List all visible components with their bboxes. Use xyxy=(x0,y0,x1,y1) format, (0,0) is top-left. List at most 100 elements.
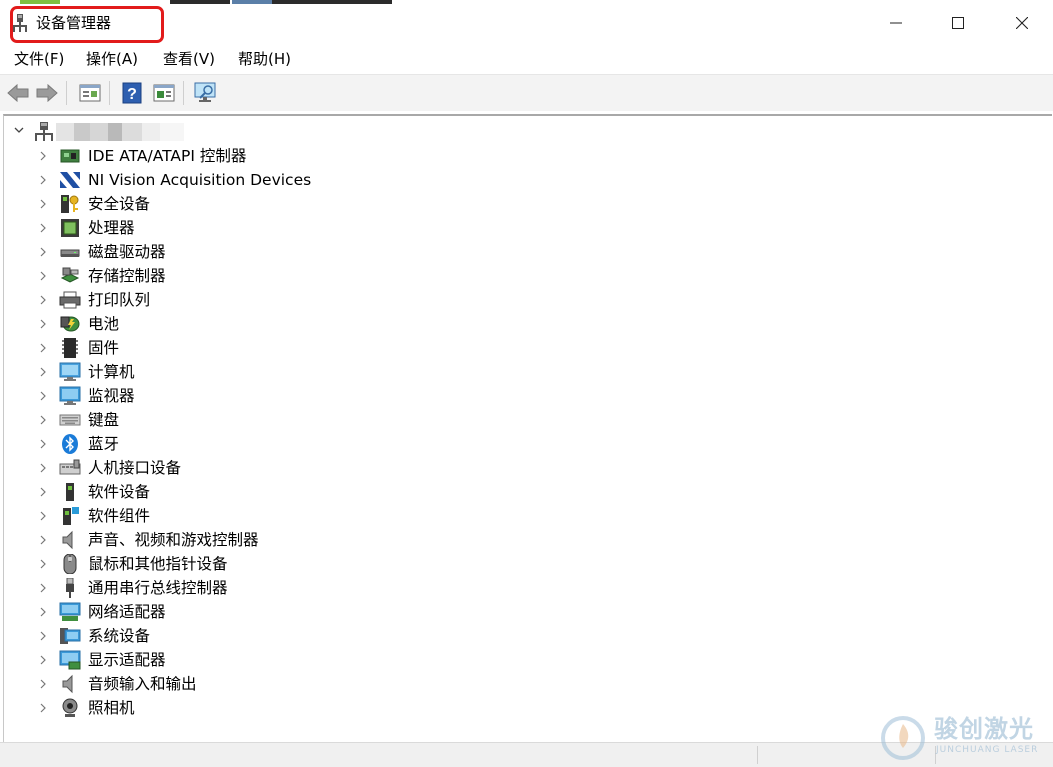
chevron-right-icon[interactable] xyxy=(38,607,48,617)
tree-item-label: 蓝牙 xyxy=(88,435,120,453)
tree-item-hid[interactable]: 人机接口设备 xyxy=(4,456,604,480)
keyboard-icon xyxy=(59,414,81,426)
software-device-icon xyxy=(66,483,74,501)
chevron-right-icon[interactable] xyxy=(38,487,48,497)
toolbar-separator xyxy=(183,81,184,105)
tree-item-label: 打印队列 xyxy=(88,291,151,309)
toolbar-separator xyxy=(66,81,67,105)
driver-update-icon xyxy=(153,84,175,102)
svg-text:?: ? xyxy=(127,86,137,103)
properties-button[interactable] xyxy=(78,81,102,105)
printer-icon xyxy=(59,291,81,309)
chevron-right-icon[interactable] xyxy=(38,631,48,641)
tree-item-storage-controllers[interactable]: 存储控制器 xyxy=(4,264,604,288)
watermark-logo xyxy=(881,716,925,760)
device-manager-app-icon xyxy=(12,14,28,32)
chevron-right-icon[interactable] xyxy=(38,559,48,569)
tree-item-monitors[interactable]: 监视器 xyxy=(4,384,604,408)
tree-item-label: IDE ATA/ATAPI 控制器 xyxy=(88,147,247,165)
chevron-right-icon[interactable] xyxy=(38,295,48,305)
tree-item-display-adapters[interactable]: 显示适配器 xyxy=(4,648,604,672)
tree-item-security-devices[interactable]: 安全设备 xyxy=(4,192,604,216)
tree-item-software-devices[interactable]: 软件设备 xyxy=(4,480,604,504)
device-tree[interactable]: IDE ATA/ATAPI 控制器 NI Vision Acquisition … xyxy=(3,114,1052,744)
tree-item-firmware[interactable]: 固件 xyxy=(4,336,604,360)
chevron-right-icon[interactable] xyxy=(38,271,48,281)
update-driver-button[interactable] xyxy=(152,81,176,105)
chevron-right-icon[interactable] xyxy=(38,583,48,593)
tree-item-ide-controller[interactable]: IDE ATA/ATAPI 控制器 xyxy=(4,144,604,168)
title-bar: 设备管理器 xyxy=(0,4,1053,44)
chevron-right-icon[interactable] xyxy=(38,703,48,713)
tree-root-computer[interactable] xyxy=(4,120,404,144)
bluetooth-icon xyxy=(62,434,78,454)
tree-item-computer[interactable]: 计算机 xyxy=(4,360,604,384)
minimize-button[interactable] xyxy=(866,4,926,42)
tree-item-sound-video-game[interactable]: 声音、视频和游戏控制器 xyxy=(4,528,604,552)
chevron-right-icon[interactable] xyxy=(38,511,48,521)
chevron-down-icon[interactable] xyxy=(13,124,25,136)
ide-controller-icon xyxy=(60,149,80,163)
watermark-text: 骏创激光 xyxy=(934,715,1034,743)
hid-icon xyxy=(59,459,81,475)
chevron-right-icon[interactable] xyxy=(38,535,48,545)
chevron-right-icon[interactable] xyxy=(38,223,48,233)
toolbar: ? xyxy=(0,74,1053,111)
chevron-right-icon[interactable] xyxy=(38,391,48,401)
brand-watermark: 骏创激光 JUNCHUANG LASER xyxy=(878,712,1050,766)
chevron-right-icon[interactable] xyxy=(38,343,48,353)
window-title: 设备管理器 xyxy=(36,14,112,32)
chevron-right-icon[interactable] xyxy=(38,247,48,257)
tree-item-disk-drives[interactable]: 磁盘驱动器 xyxy=(4,240,604,264)
tree-item-mouse[interactable]: 鼠标和其他指针设备 xyxy=(4,552,604,576)
maximize-button[interactable] xyxy=(928,4,988,42)
tree-item-battery[interactable]: 电池 xyxy=(4,312,604,336)
minimize-icon xyxy=(890,22,902,24)
help-icon: ? xyxy=(122,82,142,104)
watermark-subtext: JUNCHUANG LASER xyxy=(936,745,1039,755)
tree-item-label: 处理器 xyxy=(88,219,135,237)
security-key-icon xyxy=(61,195,79,213)
chevron-right-icon[interactable] xyxy=(38,199,48,209)
tree-item-audio-io[interactable]: 音频输入和输出 xyxy=(4,672,604,696)
scan-monitor-icon xyxy=(194,82,216,102)
scan-hardware-button[interactable] xyxy=(194,81,218,105)
tree-item-keyboards[interactable]: 键盘 xyxy=(4,408,604,432)
menu-help[interactable]: 帮助(H) xyxy=(238,49,291,69)
tree-item-label: 人机接口设备 xyxy=(88,459,182,477)
close-button[interactable] xyxy=(992,4,1052,42)
tree-item-processor[interactable]: 处理器 xyxy=(4,216,604,240)
tree-item-print-queues[interactable]: 打印队列 xyxy=(4,288,604,312)
back-button[interactable] xyxy=(6,81,30,105)
chevron-right-icon[interactable] xyxy=(38,463,48,473)
chevron-right-icon[interactable] xyxy=(38,367,48,377)
tree-item-software-components[interactable]: 软件组件 xyxy=(4,504,604,528)
maximize-icon xyxy=(952,17,964,29)
tree-item-label: 音频输入和输出 xyxy=(88,675,197,693)
menu-bar: 文件(F) 操作(A) 查看(V) 帮助(H) xyxy=(0,44,1053,74)
chevron-right-icon[interactable] xyxy=(38,439,48,449)
chevron-right-icon[interactable] xyxy=(38,679,48,689)
chevron-right-icon[interactable] xyxy=(38,175,48,185)
tree-item-ni-vision[interactable]: NI Vision Acquisition Devices xyxy=(4,168,604,192)
properties-icon xyxy=(79,84,101,102)
tree-item-system-devices[interactable]: 系统设备 xyxy=(4,624,604,648)
tree-item-network-adapters[interactable]: 网络适配器 xyxy=(4,600,604,624)
tree-item-label: 键盘 xyxy=(88,411,120,429)
menu-file[interactable]: 文件(F) xyxy=(14,49,64,69)
chevron-right-icon[interactable] xyxy=(38,655,48,665)
tree-item-label: 电池 xyxy=(88,315,120,333)
tree-item-usb-controllers[interactable]: 通用串行总线控制器 xyxy=(4,576,604,600)
menu-action[interactable]: 操作(A) xyxy=(86,49,138,69)
forward-arrow-icon xyxy=(36,84,58,102)
chevron-right-icon[interactable] xyxy=(38,319,48,329)
tree-item-camera[interactable]: 照相机 xyxy=(4,696,604,720)
menu-view[interactable]: 查看(V) xyxy=(163,49,215,69)
network-adapter-icon xyxy=(59,602,81,621)
forward-button[interactable] xyxy=(35,81,59,105)
computer-root-icon xyxy=(35,122,53,141)
tree-item-bluetooth[interactable]: 蓝牙 xyxy=(4,432,604,456)
chevron-right-icon[interactable] xyxy=(38,415,48,425)
chevron-right-icon[interactable] xyxy=(38,151,48,161)
help-button[interactable]: ? xyxy=(120,81,144,105)
